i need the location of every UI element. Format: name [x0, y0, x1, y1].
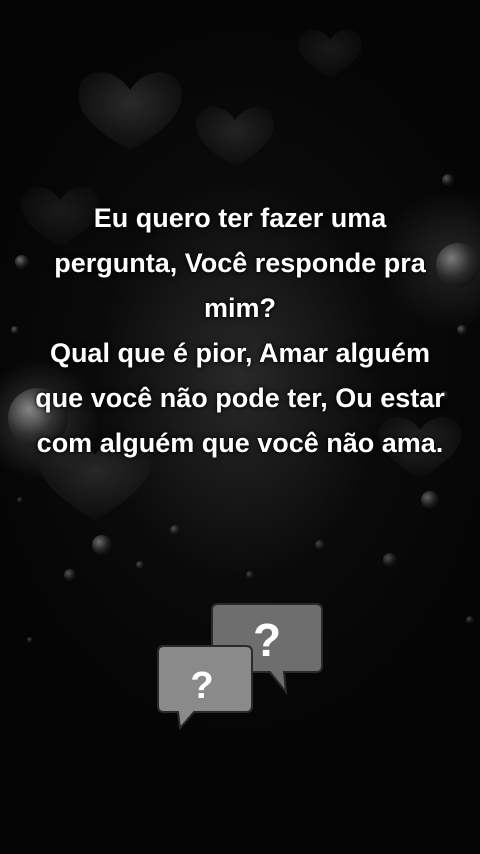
story-text: Eu quero ter fazer uma pergunta, Você re…	[30, 196, 450, 466]
question-body: Qual que é pior, Amar alguém que você nã…	[35, 338, 445, 458]
question-bubble-small: ?	[157, 645, 253, 731]
svg-text:?: ?	[253, 614, 281, 666]
svg-text:?: ?	[190, 665, 213, 707]
question-chat-bubbles-icon: ? ?	[157, 603, 323, 731]
story-screen: Eu quero ter fazer uma pergunta, Você re…	[0, 0, 480, 854]
question-intro: Eu quero ter fazer uma pergunta, Você re…	[54, 203, 426, 323]
